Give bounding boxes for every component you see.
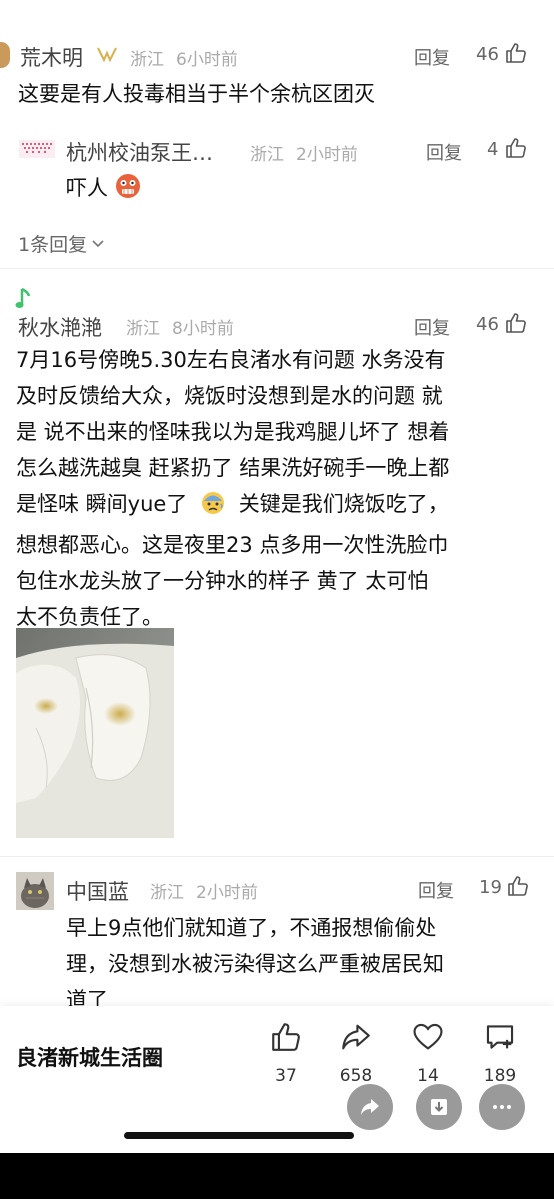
share-count: 658 (339, 1066, 373, 1086)
like-count: 46 (476, 314, 499, 335)
download-fab[interactable] (416, 1084, 462, 1130)
chevron-down-icon (91, 234, 105, 253)
comment-add-icon (483, 1020, 517, 1058)
commenter-name[interactable]: 荒木明 (20, 42, 83, 72)
vip-badge-icon (96, 45, 118, 67)
download-icon (427, 1095, 451, 1123)
reply-button[interactable]: 回复 (418, 877, 454, 903)
comment-line: 7月16号傍晚5.30左右良渚水有问题 水务没有 (16, 348, 446, 372)
commenter-name[interactable]: 秋水滟滟 (18, 312, 102, 342)
share-arrow-icon (339, 1020, 373, 1058)
thumb-up-icon[interactable] (504, 41, 528, 65)
comment-line-tail: 关键是我们烧饭吃了， (238, 492, 449, 516)
like-count: 37 (275, 1066, 297, 1086)
reply-button[interactable]: 回复 (414, 314, 450, 340)
more-dots-icon (490, 1095, 514, 1123)
like-count: 4 (487, 139, 499, 160)
section-divider (0, 268, 554, 269)
scared-emoji-icon (114, 172, 142, 204)
section-divider (0, 856, 554, 857)
comment-line: 是怪味 瞬间yue了 (16, 492, 188, 516)
comment-line: 包住水龙头放了一分钟水的样子 黄了 太可怕 (16, 569, 429, 593)
comment-text: 吓人 (66, 176, 108, 200)
comment-line: 及时反馈给大众，烧饭时没想到是水的问题 就 (16, 384, 443, 408)
heart-icon (411, 1020, 445, 1058)
comment-line: 怎么越洗越臭 赶紧扔了 结果洗好碗手一晚上都 (16, 456, 450, 480)
comment-time: 8小时前 (172, 319, 234, 339)
like-count: 46 (476, 44, 499, 65)
comment-location: 浙江 (150, 883, 184, 903)
favorite-button[interactable]: 14 (408, 1020, 448, 1094)
thumb-up-icon[interactable] (504, 136, 528, 160)
comment-line: 想想都恶心。这是夜里23 点多用一次性洗脸巾 (16, 533, 449, 557)
screen-bottom-edge (0, 1153, 554, 1199)
avatar[interactable] (18, 136, 56, 164)
comment-line: 是 说不出来的怪味我以为是我鸡腿儿坏了 想着 (16, 420, 450, 444)
share-button[interactable]: 658 (330, 1020, 382, 1094)
comment-location: 浙江 (126, 319, 160, 339)
commenter-name[interactable]: 杭州校油泵王… (66, 137, 213, 167)
thumb-up-icon (269, 1020, 303, 1058)
avatar[interactable] (0, 42, 10, 68)
comment-time: 6小时前 (176, 50, 238, 70)
avatar[interactable] (16, 872, 54, 910)
anxious-emoji-icon (200, 490, 226, 527)
comment-line-with-emoji: 是怪味 瞬间yue了 关键是我们烧饭吃了， (16, 486, 546, 527)
comment-line: 理，没想到水被污染得这么严重被居民知 (66, 952, 444, 976)
comment-text: 7月16号傍晚5.30左右良渚水有问题 水务没有 及时反馈给大众，烧饭时没想到是… (16, 342, 546, 635)
reply-button[interactable]: 回复 (426, 139, 462, 165)
like-button[interactable]: 37 (266, 1020, 306, 1094)
share-arrow-icon (358, 1095, 382, 1123)
share-fab[interactable] (347, 1084, 393, 1130)
comment-text: 早上9点他们就知道了，不通报想偷偷处 理，没想到水被污染得这么严重被居民知 道了 (66, 910, 546, 1018)
expand-replies-label: 1条回复 (18, 234, 88, 256)
like-count: 19 (479, 877, 502, 898)
comment-line: 早上9点他们就知道了，不通报想偷偷处 (66, 916, 437, 940)
circle-name[interactable]: 良渚新城生活圈 (16, 1042, 163, 1072)
reply-button[interactable]: 回复 (414, 44, 450, 70)
favorite-count: 14 (417, 1066, 439, 1086)
more-fab[interactable] (479, 1084, 525, 1130)
commenter-name[interactable]: 中国蓝 (66, 876, 129, 906)
comment-time: 2小时前 (196, 883, 258, 903)
comment-location: 浙江 (130, 50, 164, 70)
comment-photo[interactable] (16, 628, 174, 838)
comment-count: 189 (483, 1066, 517, 1086)
comment-text: 这要是有人投毒相当于半个余杭区团灭 (18, 82, 375, 106)
comment-time: 2小时前 (296, 145, 358, 165)
thumb-up-icon[interactable] (506, 874, 530, 898)
comment-button[interactable]: 189 (478, 1020, 522, 1094)
home-indicator[interactable] (124, 1132, 354, 1139)
thumb-up-icon[interactable] (504, 311, 528, 335)
comment-location: 浙江 (250, 145, 284, 165)
expand-replies-button[interactable]: 1条回复 (18, 230, 105, 257)
